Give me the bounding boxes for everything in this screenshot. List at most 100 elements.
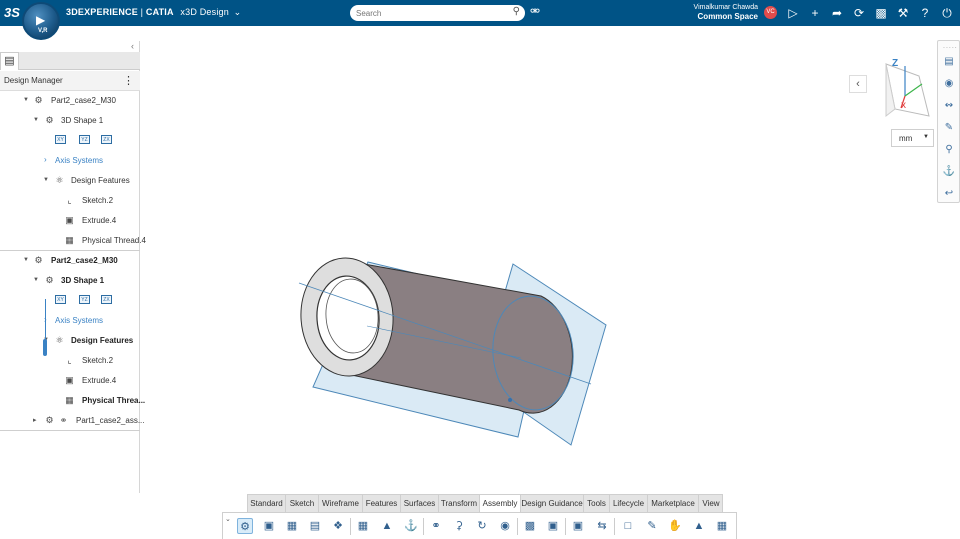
3d-model-view[interactable]: x Z [141, 26, 937, 494]
tab-sketch[interactable]: Sketch [286, 495, 319, 513]
drag-handle-icon[interactable]: ..... [943, 43, 958, 50]
caret-down-icon[interactable]: ▼ [33, 117, 39, 123]
tab-lifecycle[interactable]: Lifecycle [610, 495, 648, 513]
clash-icon[interactable]: ▩ [522, 518, 538, 534]
caret-down-icon[interactable]: ▼ [33, 277, 39, 283]
manage-icon[interactable]: ▦ [714, 518, 730, 534]
anchor-icon[interactable]: ⚓ [942, 165, 956, 179]
view-cube[interactable]: x [885, 63, 930, 118]
insert-part-icon[interactable]: ▣ [261, 518, 277, 534]
tab-standard[interactable]: Standard [248, 495, 286, 513]
branch-icon[interactable]: ↭ [942, 99, 956, 113]
frame-icon[interactable]: □ [620, 518, 636, 534]
existing-part-icon[interactable]: ▦ [284, 518, 300, 534]
globe-icon[interactable]: ◉ [942, 77, 956, 91]
instantiate-icon[interactable]: ▤ [307, 518, 323, 534]
caret-down-icon[interactable]: ▼ [43, 177, 49, 183]
tab-marketplace[interactable]: Marketplace [648, 495, 699, 513]
tree-row[interactable]: ⌞ Sketch.2 [0, 191, 140, 211]
tab-wireframe[interactable]: Wireframe [319, 495, 363, 513]
forward-icon[interactable]: ➦ [829, 5, 845, 21]
brand-catia: CATIA [145, 7, 174, 17]
tree-row[interactable]: ▼ ⚛ Design Features [0, 171, 140, 191]
tree-row[interactable]: ▼ ⚙ Part2_case2_M30 [0, 91, 140, 111]
plane-xy-icon[interactable]: XY [55, 135, 66, 144]
plane-yz-icon[interactable]: YZ [79, 135, 90, 144]
tree-row[interactable]: ▼ ⚙ Part2_case2_M30 [0, 251, 140, 271]
assembly-constraint-icon[interactable]: ⚙ [237, 518, 253, 534]
explode-icon[interactable]: ◉ [497, 518, 513, 534]
tag-icon[interactable]: ⚮ [530, 4, 540, 18]
tab-features[interactable]: Features [363, 495, 401, 513]
clipboard-icon[interactable]: ▩ [873, 5, 889, 21]
wrench-icon[interactable]: ⚲ [942, 143, 956, 157]
plus-icon[interactable]: + [807, 5, 823, 21]
display-icon[interactable]: ▤ [942, 55, 956, 69]
tab-tools[interactable]: Tools [584, 495, 610, 513]
shape-icon: ⚙ [45, 275, 54, 285]
3d-viewport[interactable]: x Z [141, 26, 937, 494]
tree-row[interactable]: › Axis Systems [0, 311, 140, 331]
scrollbar-thumb[interactable] [43, 339, 47, 356]
tools-icon[interactable]: ⚒ [895, 5, 911, 21]
tree-row[interactable]: ▼ ⚛ Design Features [0, 331, 140, 351]
more-menu-icon[interactable]: ⋮ [123, 74, 134, 87]
hand-icon[interactable]: ✋ [667, 518, 683, 534]
share-icon[interactable]: ▷ [785, 5, 801, 21]
power-icon[interactable]: ⏻ [939, 5, 955, 21]
plane-xy-icon[interactable]: XY [55, 295, 66, 304]
search-icon[interactable]: ⚲ [513, 6, 520, 17]
snap-icon[interactable]: ↻ [474, 518, 490, 534]
avatar[interactable]: VC [764, 6, 777, 19]
fix-icon[interactable]: ⚓ [403, 518, 419, 534]
plane-zx-icon[interactable]: ZX [101, 295, 112, 304]
exit-icon[interactable]: ↩ [942, 187, 956, 201]
chevron-right-icon[interactable]: › [44, 155, 47, 164]
tab-view[interactable]: View [699, 495, 723, 513]
analysis-icon[interactable]: ▣ [545, 518, 561, 534]
tree-row[interactable]: ▸ ⚙ ⚭ Part1_case2_ass... [0, 411, 144, 431]
tree-row[interactable]: ▣ Extrude.4 [0, 371, 140, 391]
dassault-logo[interactable]: 3S [4, 5, 20, 20]
grid-icon[interactable]: ▦ [355, 518, 371, 534]
caret-right-icon[interactable]: ▸ [33, 416, 37, 424]
tree-row[interactable]: ⌞ Sketch.2 [0, 351, 140, 371]
cube-icon[interactable]: ▣ [570, 518, 586, 534]
help-icon[interactable]: ? [917, 5, 933, 21]
tree-row[interactable]: ▣ Extrude.4 [0, 211, 140, 231]
mirror-icon[interactable]: ▲ [379, 518, 395, 534]
app-title[interactable]: 3DEXPERIENCE | CATIA x3D Design ⌄ [66, 7, 241, 18]
caret-down-icon[interactable]: ▼ [23, 97, 29, 103]
engineering-connection-icon[interactable]: ⚭ [428, 518, 444, 534]
tree-label: Axis Systems [55, 316, 104, 325]
chevron-left-icon[interactable]: ‹ [131, 41, 134, 51]
unit-select[interactable]: mm ▼ [891, 129, 934, 147]
tree-tab-icon[interactable]: ▤ [0, 52, 19, 70]
network-icon[interactable]: ⟳ [851, 5, 867, 21]
chevron-down-icon[interactable]: ⌄ [234, 7, 242, 17]
chevron-left-icon[interactable]: ‹ [849, 75, 867, 93]
user-info[interactable]: Vimalkumar Chawda Common Space [640, 3, 758, 21]
caret-down-icon[interactable]: ▼ [23, 257, 29, 263]
tab-assembly[interactable]: Assembly [480, 495, 521, 513]
tree-row[interactable]: ▦ Physical Thread.4 [0, 231, 146, 251]
pattern-icon[interactable]: ❖ [330, 518, 346, 534]
tab-surfaces[interactable]: Surfaces [401, 495, 439, 513]
tree-row[interactable]: ▼ ⚙ 3D Shape 1 [0, 111, 140, 131]
publish-icon[interactable]: ▲ [691, 518, 707, 534]
tab-design-guidance[interactable]: Design Guidance [521, 495, 584, 513]
replace-icon[interactable]: ⇆ [594, 518, 610, 534]
plane-zx-icon[interactable]: ZX [101, 135, 112, 144]
tree-row[interactable]: ▼ ⚙ 3D Shape 1 [0, 271, 140, 291]
plane-yz-icon[interactable]: YZ [79, 295, 90, 304]
ruler-icon[interactable]: ✎ [942, 121, 956, 135]
search-input[interactable] [356, 7, 506, 19]
search-box[interactable]: ⚲ [350, 5, 525, 21]
tree-row[interactable]: ▦ Physical Threa... [0, 391, 145, 411]
tree-row[interactable]: › Axis Systems [0, 151, 140, 171]
ruler-icon[interactable]: ✎ [644, 518, 660, 534]
paperclip-icon[interactable]: ⚳ [451, 518, 467, 534]
tab-transform[interactable]: Transform [439, 495, 480, 513]
compass-button[interactable]: ▶ V,R [22, 2, 60, 40]
chevron-down-icon[interactable]: ⌄ [225, 515, 231, 523]
